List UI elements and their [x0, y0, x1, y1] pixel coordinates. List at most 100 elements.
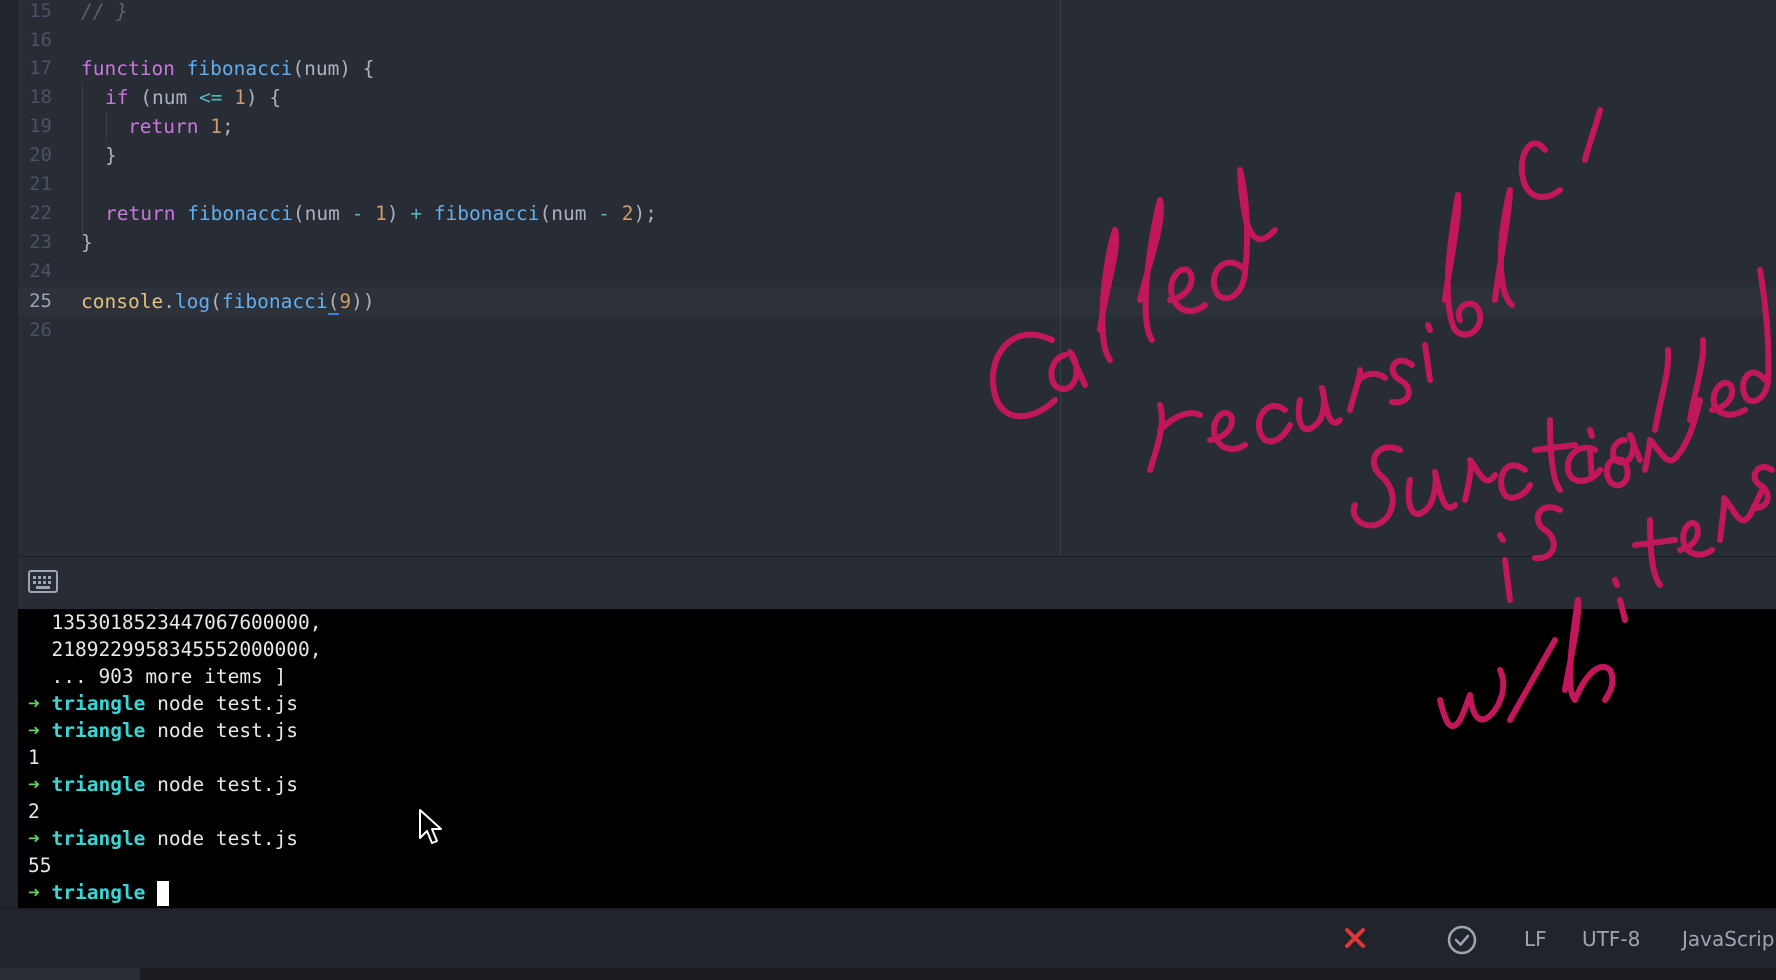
status-bar: LF UTF-8 JavaScrip: [0, 908, 1776, 969]
arrow-pointer-icon: [419, 809, 442, 844]
code-text: (num: [539, 202, 599, 225]
code-text: ;: [221, 115, 234, 138]
line-number: 23: [29, 231, 52, 253]
indent-guide: [82, 83, 83, 241]
prompt-arrow: ➜: [28, 692, 40, 715]
terminal-output[interactable]: 1353018523447067600000, 2189229958345552…: [18, 609, 1776, 908]
prompt-cwd: triangle: [51, 773, 146, 796]
prompt-command: node test.js: [157, 773, 299, 796]
code-line-22: return fibonacci(num - 1) + fibonacci(nu…: [105, 199, 657, 228]
code-text: );: [633, 202, 657, 225]
line-number: 21: [29, 173, 52, 195]
code-line-23: }: [81, 228, 93, 257]
code-text: ): [386, 202, 411, 225]
code-text: ) {: [245, 86, 282, 109]
terminal-prompt-line: ➜ triangle node test.js: [28, 690, 298, 717]
function-call: fibonacci: [187, 202, 293, 225]
prompt-cwd: triangle: [51, 692, 146, 715]
line-number-active: 25: [29, 290, 52, 312]
encoding-indicator[interactable]: UTF-8: [1582, 909, 1640, 969]
line-number: 17: [29, 57, 52, 79]
comment: // }: [81, 0, 128, 23]
line-number: 16: [29, 29, 52, 51]
keyword: return: [128, 115, 199, 138]
prompt-cwd: triangle: [51, 719, 146, 742]
line-number: 15: [29, 0, 52, 22]
code-line-18: if (num <= 1) {: [105, 83, 281, 112]
code-editor[interactable]: 15 16 17 18 19 20 21 22 23 24 25 26 // }…: [18, 0, 1776, 556]
code-line-20: }: [105, 141, 117, 170]
operator: +: [410, 202, 423, 225]
terminal-line: 2189229958345552000000,: [28, 638, 322, 661]
operator: <=: [198, 86, 223, 109]
code-line-19: return 1;: [128, 112, 234, 141]
code-text: (: [327, 290, 340, 315]
x-icon[interactable]: [1342, 925, 1368, 951]
bottom-tab: [0, 968, 140, 980]
prompt-arrow: ➜: [28, 773, 40, 796]
function-call: fibonacci: [433, 202, 540, 225]
terminal-line: ... 903 more items ]: [28, 665, 287, 688]
wrap-guide: [1060, 0, 1061, 556]
line-number: 18: [29, 86, 52, 108]
method-name: log: [174, 290, 211, 313]
check-circle-icon[interactable]: [1446, 924, 1478, 956]
code-text: }: [105, 144, 117, 167]
function-call: fibonacci: [221, 290, 328, 313]
prompt-command: node test.js: [157, 827, 299, 850]
grammar-indicator[interactable]: JavaScrip: [1682, 909, 1774, 969]
keyword: function: [81, 57, 175, 80]
line-number: 22: [29, 202, 52, 224]
prompt-command: node test.js: [157, 692, 299, 715]
code-line-25: console.log(fibonacci(9)): [81, 287, 375, 316]
number-literal: 9: [339, 290, 352, 313]
prompt-command: node test.js: [157, 719, 299, 742]
line-number-gutter: 15 16 17 18 19 20 21 22 23 24 25 26: [18, 0, 68, 556]
terminal-panel-header: [18, 556, 1776, 610]
terminal-line: 1: [28, 746, 40, 769]
line-number: 19: [29, 115, 52, 137]
line-number: 26: [29, 319, 52, 341]
number-literal: 1: [210, 115, 222, 138]
prompt-cwd: triangle: [51, 881, 146, 904]
code-text: }: [81, 231, 93, 254]
terminal-prompt-line: ➜ triangle node test.js: [28, 825, 298, 852]
prompt-arrow: ➜: [28, 719, 40, 742]
terminal-cursor: [157, 881, 170, 906]
left-dock-strip: [0, 0, 18, 980]
bottom-strip: [0, 968, 1776, 980]
operator: -: [351, 202, 364, 225]
prompt-arrow: ➜: [28, 881, 40, 904]
terminal-prompt-line: ➜ triangle node test.js: [28, 771, 298, 798]
line-number: 20: [29, 144, 52, 166]
code-line-15: // }: [81, 0, 128, 26]
terminal-prompt-line: ➜ triangle node test.js: [28, 717, 298, 744]
code-text: (num: [128, 86, 199, 109]
keyword: return: [105, 202, 176, 225]
terminal-line: 1353018523447067600000,: [28, 611, 322, 634]
keyword: if: [105, 86, 129, 109]
terminal-line: 55: [28, 854, 52, 877]
line-number: 24: [29, 260, 52, 282]
number-literal: 1: [375, 202, 387, 225]
code-text: (: [210, 290, 222, 313]
prompt-cwd: triangle: [51, 827, 146, 850]
code-text: (num: [292, 202, 352, 225]
function-name: fibonacci: [186, 57, 293, 80]
operator: -: [598, 202, 610, 225]
keyboard-icon[interactable]: [28, 569, 58, 595]
code-text: )): [351, 290, 375, 313]
object-name: console: [81, 290, 164, 313]
prompt-arrow: ➜: [28, 827, 40, 850]
code-line-17: function fibonacci(num) {: [81, 54, 375, 83]
terminal-input-line[interactable]: ➜ triangle: [28, 879, 170, 906]
line-ending-indicator[interactable]: LF: [1524, 909, 1547, 969]
indent-guide: [106, 112, 107, 141]
terminal-line: 2: [28, 800, 40, 823]
number-literal: 1: [234, 86, 246, 109]
